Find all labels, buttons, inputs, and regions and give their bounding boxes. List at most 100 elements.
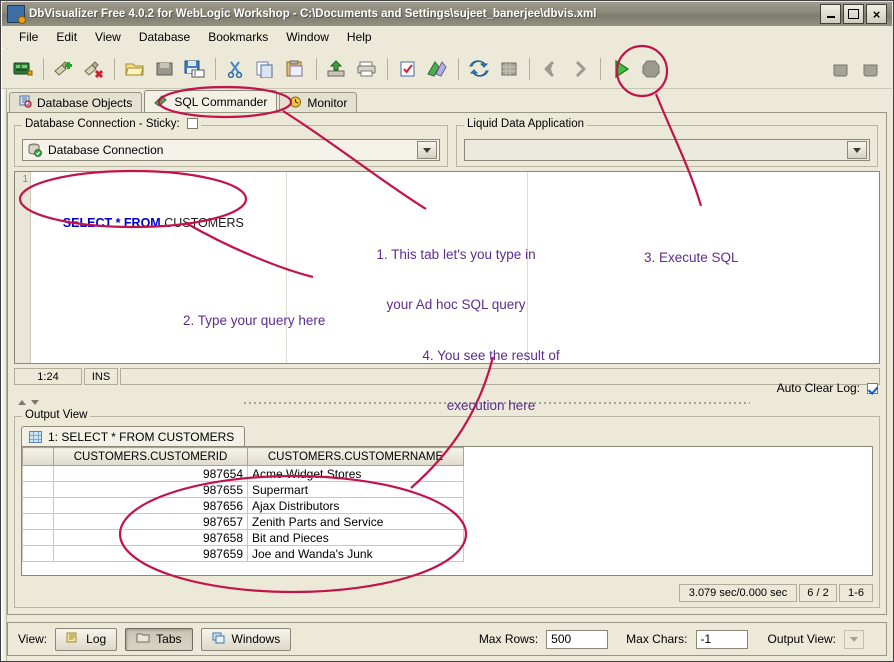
sql-table-name: CUSTOMERS xyxy=(160,216,244,230)
disconnect-icon[interactable] xyxy=(80,55,108,83)
row-selector[interactable] xyxy=(22,465,54,482)
collapse-down-icon[interactable] xyxy=(31,400,39,405)
editor-gutter: 1 xyxy=(15,172,31,363)
table-header-row: CUSTOMERS.CUSTOMERID CUSTOMERS.CUSTOMERN… xyxy=(22,447,464,466)
windows-button[interactable]: Windows xyxy=(200,627,292,651)
sql-keyword-select: SELECT xyxy=(62,216,113,230)
collapse-up-icon[interactable] xyxy=(18,400,26,405)
paste-icon[interactable] xyxy=(282,55,310,83)
database-connection-combo[interactable]: Database Connection xyxy=(22,139,440,161)
result-tab[interactable]: 1: SELECT * FROM CUSTOMERS xyxy=(21,426,246,447)
save-as-icon[interactable]: I xyxy=(181,55,209,83)
open-file-icon[interactable] xyxy=(121,55,149,83)
close-button[interactable]: × xyxy=(866,4,887,24)
table-row[interactable]: 987654 Acme Widget Stores xyxy=(22,465,464,482)
cell-customername[interactable]: Zenith Parts and Service xyxy=(247,513,464,530)
line-number: 1 xyxy=(22,174,28,185)
next-icon[interactable] xyxy=(566,55,594,83)
cell-customerid[interactable]: 987657 xyxy=(53,513,248,530)
menu-item-view[interactable]: View xyxy=(86,28,130,46)
menu-item-file[interactable]: File xyxy=(10,28,47,46)
connect-icon[interactable] xyxy=(50,55,78,83)
table-row[interactable]: 987659 Joe and Wanda's Junk xyxy=(22,545,464,562)
tab-database-objects[interactable]: Database Objects xyxy=(9,92,143,113)
window-title: DbVisualizer Free 4.0.2 for WebLogic Wor… xyxy=(29,8,597,20)
tab-right-icon[interactable] xyxy=(857,55,885,83)
save-icon[interactable] xyxy=(151,55,179,83)
minimize-button[interactable] xyxy=(820,4,841,24)
row-selector[interactable] xyxy=(22,513,54,530)
menu-item-database[interactable]: Database xyxy=(130,28,199,46)
output-view-dropdown[interactable] xyxy=(844,629,864,649)
menu-item-window[interactable]: Window xyxy=(277,28,338,46)
tab-sql-commander[interactable]: SQL Commander xyxy=(144,90,278,113)
column-header-customerid[interactable]: CUSTOMERS.CUSTOMERID xyxy=(53,447,248,466)
execute-icon[interactable] xyxy=(607,55,635,83)
menu-item-help[interactable]: Help xyxy=(338,28,381,46)
cell-customername[interactable]: Supermart xyxy=(247,481,464,498)
maximize-button[interactable] xyxy=(843,4,864,24)
bookmark-add-icon[interactable] xyxy=(424,55,452,83)
row-range: 1-6 xyxy=(839,584,873,602)
liquid-data-combo[interactable] xyxy=(464,139,870,161)
menu-item-bookmarks[interactable]: Bookmarks xyxy=(199,28,277,46)
column-header-customername[interactable]: CUSTOMERS.CUSTOMERNAME xyxy=(247,447,464,466)
chevron-down-icon[interactable] xyxy=(417,141,437,159)
log-button[interactable]: Log xyxy=(55,627,118,651)
svg-text:I: I xyxy=(194,70,196,78)
tabs-button[interactable]: Tabs xyxy=(125,627,193,651)
row-selector[interactable] xyxy=(22,481,54,498)
chevron-down-icon[interactable] xyxy=(847,141,867,159)
sticky-checkbox[interactable] xyxy=(186,118,198,130)
row-selector[interactable] xyxy=(22,529,54,546)
liquid-data-application-group: Liquid Data Application xyxy=(456,118,878,167)
annotation-4-line2: execution here xyxy=(446,398,536,414)
new-connection-icon[interactable] xyxy=(9,55,37,83)
sql-star: * xyxy=(112,216,124,230)
max-rows-input[interactable]: 500 xyxy=(546,629,609,649)
table-row[interactable]: 987658 Bit and Pieces xyxy=(22,529,464,546)
tab-monitor[interactable]: Monitor xyxy=(279,92,358,113)
menu-item-edit[interactable]: Edit xyxy=(47,28,86,46)
cell-customername[interactable]: Bit and Pieces xyxy=(247,529,464,546)
window-controls: × xyxy=(820,4,887,24)
cell-customername[interactable]: Ajax Distributors xyxy=(247,497,464,514)
app-icon xyxy=(7,5,26,24)
log-icon xyxy=(66,631,80,647)
title-bar: DbVisualizer Free 4.0.2 for WebLogic Wor… xyxy=(2,2,892,26)
cut-icon[interactable] xyxy=(222,55,250,83)
monitor-icon xyxy=(289,95,302,111)
cell-customerid[interactable]: 987654 xyxy=(53,465,248,482)
cell-customerid[interactable]: 987655 xyxy=(53,481,248,498)
database-connection-group-label: Database Connection - Sticky: xyxy=(22,118,201,130)
result-tab-strip: 1: SELECT * FROM CUSTOMERS xyxy=(21,426,246,447)
result-grid[interactable]: CUSTOMERS.CUSTOMERID CUSTOMERS.CUSTOMERN… xyxy=(21,446,873,576)
close-icon: × xyxy=(872,6,881,22)
stop-icon[interactable] xyxy=(637,55,665,83)
tab-left-icon[interactable] xyxy=(827,55,855,83)
table-row[interactable]: 987656 Ajax Distributors xyxy=(22,497,464,514)
max-chars-input[interactable]: -1 xyxy=(695,629,748,649)
main-toolbar: I xyxy=(2,49,892,89)
cell-customername[interactable]: Joe and Wanda's Junk xyxy=(247,545,464,562)
result-tab-label: 1: SELECT * FROM CUSTOMERS xyxy=(48,430,235,444)
annotation-2-line1: 2. Type your query here xyxy=(183,312,326,328)
export-icon[interactable] xyxy=(323,55,351,83)
table-row[interactable]: 987655 Supermart xyxy=(22,481,464,498)
row-selector[interactable] xyxy=(22,497,54,514)
result-grid-icon xyxy=(29,431,42,443)
auto-clear-log-checkbox[interactable] xyxy=(867,382,878,394)
bookmark-check-icon[interactable] xyxy=(394,55,422,83)
cell-customername[interactable]: Acme Widget Stores xyxy=(247,465,464,482)
refresh-icon[interactable] xyxy=(465,55,493,83)
table-row[interactable]: 987657 Zenith Parts and Service xyxy=(22,513,464,530)
row-selector[interactable] xyxy=(22,545,54,562)
cell-customerid[interactable]: 987658 xyxy=(53,529,248,546)
cell-customerid[interactable]: 987656 xyxy=(53,497,248,514)
grid-icon[interactable] xyxy=(495,55,523,83)
print-icon[interactable] xyxy=(353,55,381,83)
rownum-header xyxy=(22,447,54,466)
previous-icon[interactable] xyxy=(536,55,564,83)
copy-icon[interactable] xyxy=(252,55,280,83)
cell-customerid[interactable]: 987659 xyxy=(53,545,248,562)
